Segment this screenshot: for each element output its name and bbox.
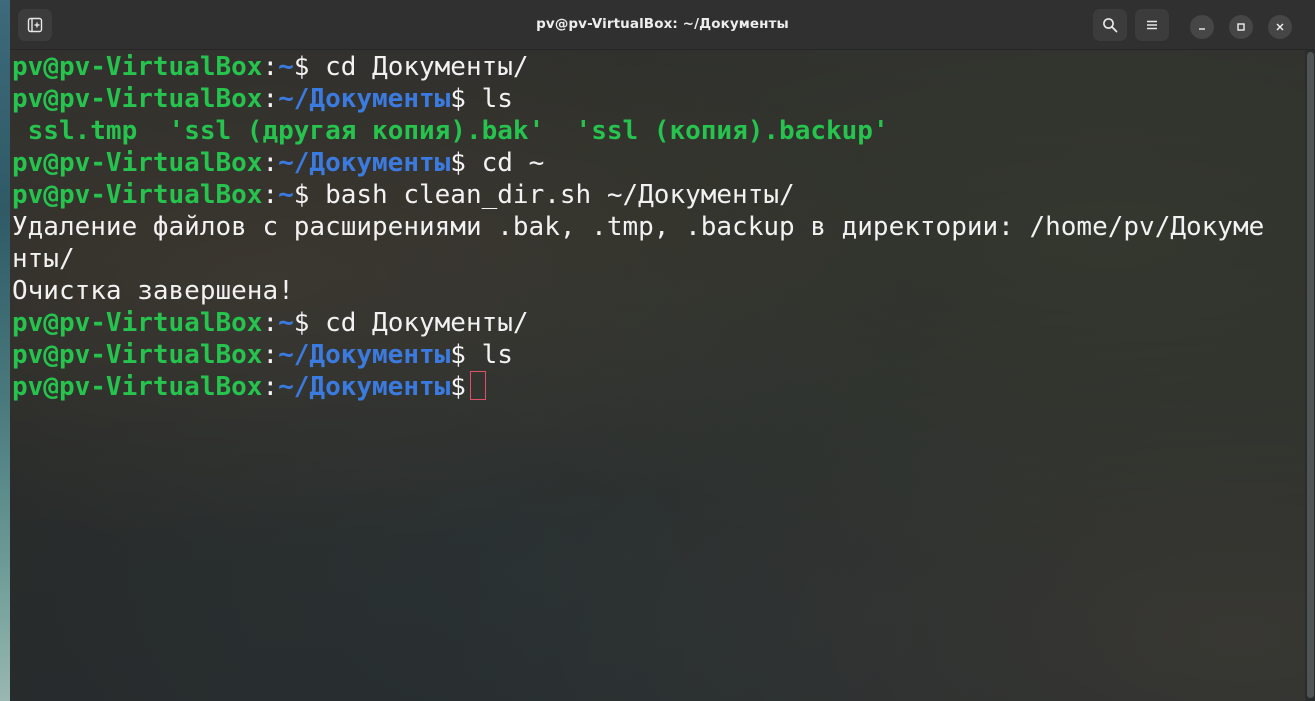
terminal-line: pv@pv-VirtualBox:~$ cd Документы/ (12, 51, 1264, 83)
terminal-line: pv@pv-VirtualBox:~/Документы$ cd ~ (12, 147, 1264, 179)
title-bar[interactable]: pv@pv-VirtualBox: ~/Документы (10, 0, 1315, 50)
prompt-path: ~ (278, 52, 294, 82)
prompt-path: ~/Документы (278, 148, 451, 178)
terminal-output-area[interactable]: pv@pv-VirtualBox:~$ cd Документы/ pv@pv-… (10, 50, 1305, 701)
terminal-window: pv@pv-VirtualBox: ~/Документы pv@pv-Virt… (0, 0, 1315, 701)
search-icon (1102, 17, 1118, 33)
prompt-colon: : (262, 180, 279, 210)
command-text: bash clean_dir.sh ~/Документы/ (309, 180, 795, 210)
prompt-user: pv@pv-VirtualBox (12, 180, 263, 210)
desktop-background (0, 0, 10, 701)
prompt-colon: : (262, 52, 279, 82)
minimize-icon (1197, 22, 1207, 32)
prompt-dollar: $ (293, 308, 310, 338)
prompt-dollar: $ (450, 84, 466, 114)
prompt-dollar: $ (450, 372, 466, 402)
prompt-user: pv@pv-VirtualBox (12, 148, 263, 178)
command-text: cd ~ (465, 148, 545, 178)
command-text: ls (465, 340, 513, 370)
prompt-user: pv@pv-VirtualBox (12, 84, 263, 114)
terminal-line: pv@pv-VirtualBox:~$ cd Документы/ (12, 307, 1264, 339)
prompt-path: ~/Документы (278, 340, 451, 370)
prompt-colon: : (262, 308, 279, 338)
prompt-path: ~ (278, 180, 294, 210)
command-text: cd Документы/ (309, 308, 529, 338)
prompt-colon: : (262, 148, 279, 178)
output-line: Очистка завершена! (12, 276, 294, 306)
prompt-dollar: $ (450, 148, 466, 178)
prompt-colon: : (262, 372, 279, 402)
prompt-dollar: $ (293, 180, 310, 210)
close-icon (1275, 22, 1285, 32)
file-name: ssl.tmp (12, 116, 138, 146)
command-text: ls (465, 84, 513, 114)
output-line: нты/ (12, 244, 75, 274)
terminal-lines: pv@pv-VirtualBox:~$ cd Документы/ pv@pv-… (12, 51, 1264, 403)
prompt-path: ~ (278, 308, 294, 338)
ls-output-line: ssl.tmp 'ssl (другая копия).bak' 'ssl (к… (12, 115, 1264, 147)
current-prompt-line[interactable]: pv@pv-VirtualBox:~/Документы$ (12, 371, 1264, 403)
terminal-line: pv@pv-VirtualBox:~/Документы$ ls (12, 83, 1264, 115)
maximize-icon (1236, 22, 1246, 32)
command-text: cd Документы/ (309, 52, 529, 82)
menu-button[interactable] (1135, 9, 1169, 41)
file-name: 'ssl (другая копия).bak' (137, 116, 545, 146)
search-button[interactable] (1093, 9, 1127, 41)
prompt-user: pv@pv-VirtualBox (12, 52, 263, 82)
terminal-line: pv@pv-VirtualBox:~$ bash clean_dir.sh ~/… (12, 179, 1264, 211)
maximize-button[interactable] (1229, 15, 1253, 39)
hamburger-menu-icon (1145, 18, 1159, 32)
prompt-dollar: $ (293, 52, 310, 82)
text-cursor[interactable] (469, 371, 486, 400)
prompt-user: pv@pv-VirtualBox (12, 372, 263, 402)
prompt-colon: : (262, 340, 279, 370)
prompt-dollar: $ (450, 340, 466, 370)
prompt-colon: : (262, 84, 279, 114)
prompt-path: ~/Документы (278, 372, 451, 402)
terminal-line: pv@pv-VirtualBox:~/Документы$ ls (12, 339, 1264, 371)
minimize-button[interactable] (1190, 15, 1214, 39)
file-name: 'ssl (копия).backup' (544, 116, 889, 146)
prompt-user: pv@pv-VirtualBox (12, 340, 263, 370)
output-line: Удаление файлов с расширениями .bak, .tm… (12, 212, 1265, 242)
scrollbar-thumb[interactable] (1307, 52, 1314, 698)
close-button[interactable] (1268, 15, 1292, 39)
prompt-path: ~/Документы (278, 84, 451, 114)
prompt-user: pv@pv-VirtualBox (12, 308, 263, 338)
